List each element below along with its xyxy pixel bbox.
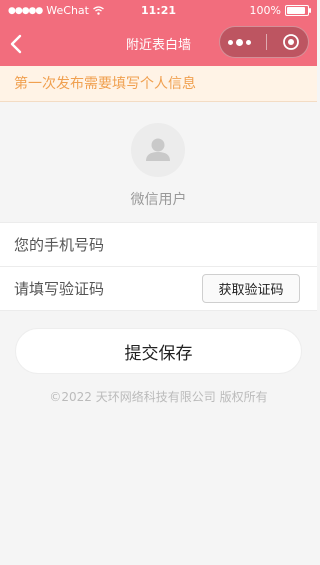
more-dots-icon[interactable]	[227, 38, 251, 46]
nav-bar: 附近表白墙	[0, 22, 317, 66]
code-row: 获取验证码	[0, 267, 317, 310]
user-avatar-icon	[131, 123, 185, 177]
battery-percent: 100%	[249, 4, 281, 17]
battery-icon	[285, 5, 311, 16]
username: 微信用户	[130, 192, 187, 208]
submit-save-button[interactable]: 提交保存	[15, 328, 302, 374]
get-code-button[interactable]: 获取验证码	[202, 274, 300, 303]
phone-row	[0, 223, 317, 267]
battery-level-fill	[287, 7, 305, 14]
status-bar: ●●●●● WeChat 11:21 100%	[0, 0, 317, 22]
verification-code-input[interactable]	[14, 267, 194, 310]
mini-program-capsule	[219, 26, 309, 58]
info-form: 获取验证码	[0, 222, 317, 311]
top-bar: ●●●●● WeChat 11:21 100% 附近表白墙	[0, 0, 317, 66]
copyright-footer: ©2022 天环网络科技有限公司 版权所有	[49, 390, 268, 404]
info-notice-banner: 第一次发布需要填写个人信息	[0, 66, 317, 102]
capsule-divider	[265, 34, 267, 50]
status-right: 100%	[249, 4, 311, 17]
phone-input[interactable]	[14, 223, 194, 266]
target-circle-icon[interactable]	[282, 33, 300, 51]
